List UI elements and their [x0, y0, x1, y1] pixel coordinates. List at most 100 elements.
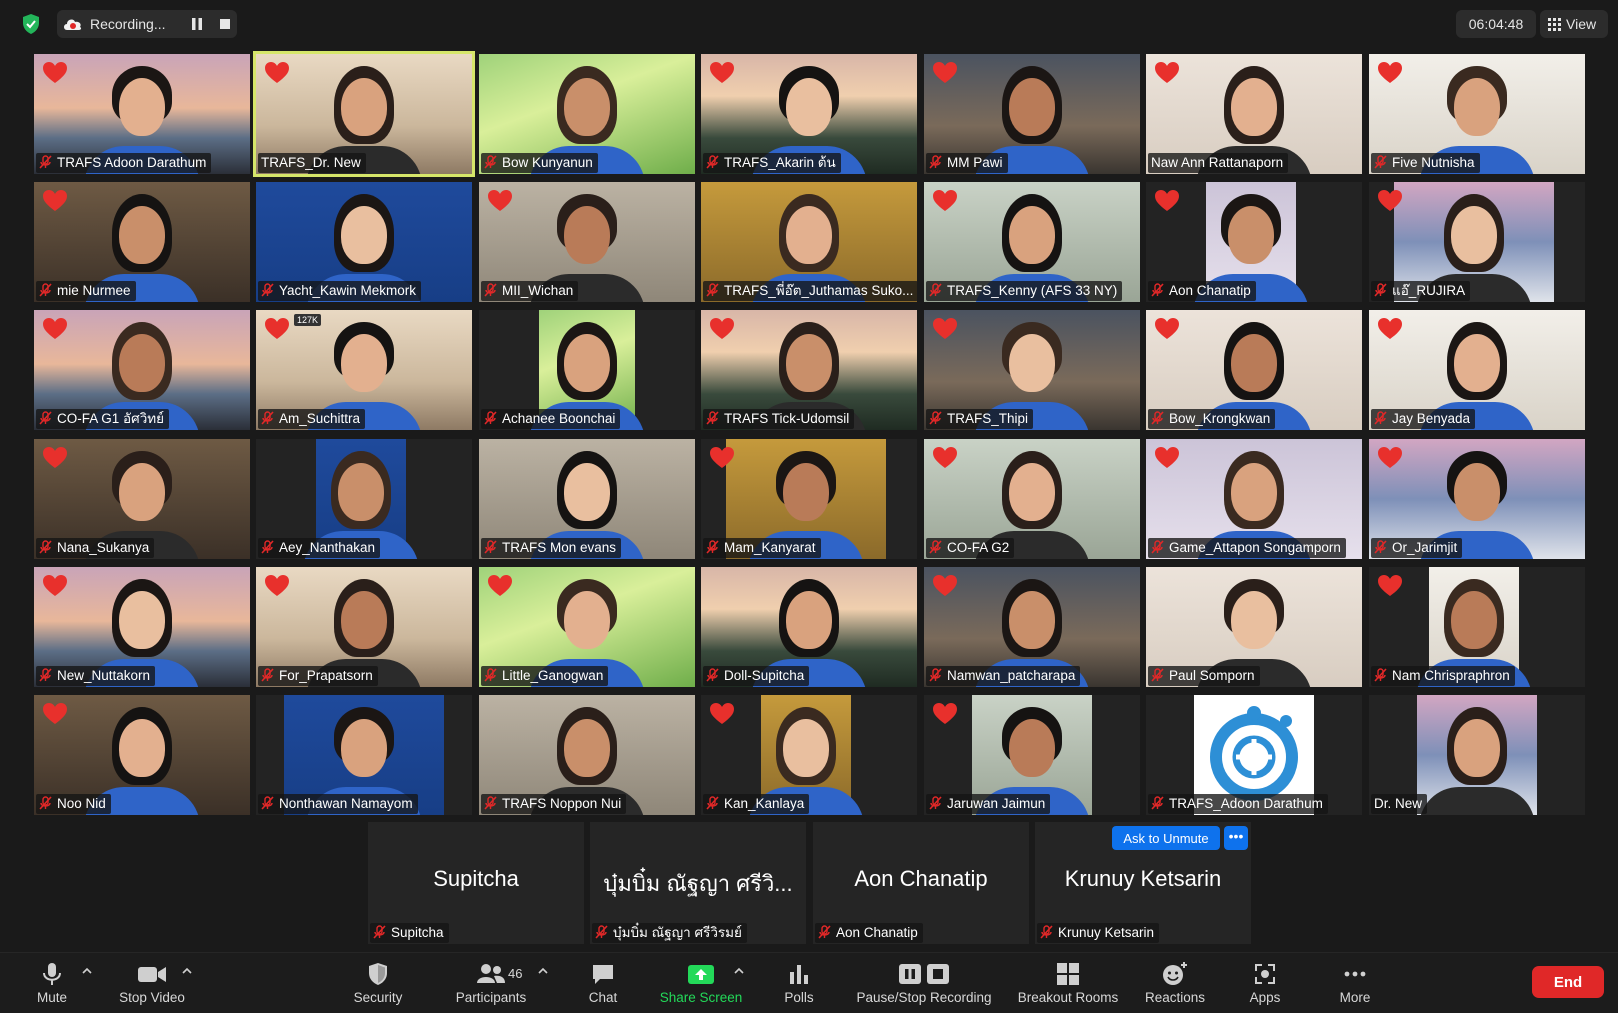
mic-muted-icon	[706, 796, 719, 810]
participant-video-tile[interactable]: CO-FA G2	[924, 439, 1140, 559]
participant-name-label: Or_Jarimjit	[1371, 538, 1463, 558]
participant-video-tile[interactable]: Game_Attapon Songamporn	[1146, 439, 1362, 559]
chevron-up-icon[interactable]	[734, 967, 744, 975]
mic-muted-icon	[929, 283, 942, 297]
polls-button[interactable]: Polls	[774, 953, 824, 1013]
stop-video-button[interactable]: Stop Video	[110, 953, 194, 1013]
participant-video-tile[interactable]: TRAFS Noppon Nui	[479, 695, 695, 815]
participant-video-tile[interactable]: TRAFS_Thipi	[924, 310, 1140, 430]
participant-name: CO-FA G2	[947, 540, 1010, 555]
participant-video-tile[interactable]: TRAFS Adoon Darathum	[34, 54, 250, 174]
view-button[interactable]: View	[1540, 10, 1608, 38]
participant-name-label: Nonthawan Namayom	[258, 794, 418, 814]
mic-muted-icon	[595, 925, 608, 939]
participant-video-tile[interactable]: Nana_Sukanya	[34, 439, 250, 559]
participant-name-tile[interactable]: Supitcha Supitcha	[368, 822, 584, 944]
participant-video-tile[interactable]: For_Prapatsorn	[256, 567, 472, 687]
participant-video-tile[interactable]: MII_Wichan	[479, 182, 695, 302]
participant-video-tile[interactable]: Bow Kunyanun	[479, 54, 695, 174]
participants-button[interactable]: Participants	[448, 953, 534, 1013]
meeting-top-bar: Recording... 06:04:48 View	[0, 0, 1618, 48]
pause-stop-recording-button[interactable]: Pause/Stop Recording	[852, 953, 996, 1013]
participant-name-tile[interactable]: บุ๋มบิ๋ม ณัฐญา ศรีวิ... บุ๋มบิ๋ม ณัฐญา ศ…	[590, 822, 806, 944]
reactions-button[interactable]: Reactions	[1140, 953, 1210, 1013]
participant-video-tile[interactable]: mie Nurmee	[34, 182, 250, 302]
mic-muted-icon	[261, 668, 274, 682]
participant-video-tile[interactable]: TRAFS_Dr. New	[253, 51, 475, 177]
chevron-up-icon[interactable]	[538, 967, 548, 975]
participant-video-tile[interactable]: Namwan_patcharapa	[924, 567, 1140, 687]
chat-label: Chat	[588, 990, 618, 1005]
participant-video-tile[interactable]: MM Pawi	[924, 54, 1140, 174]
shield-icon	[369, 963, 387, 985]
breakout-rooms-button[interactable]: Breakout Rooms	[1014, 953, 1122, 1013]
heart-reaction-icon	[43, 190, 67, 211]
participant-name-label: Nana_Sukanya	[36, 538, 155, 558]
participant-name-label: Bow Kunyanun	[481, 153, 598, 173]
participant-video-tile[interactable]: 127K Am_Suchittra	[256, 310, 472, 430]
participant-video-tile[interactable]: TRAFS_Akarin ต้น	[701, 54, 917, 174]
participant-name-label: TRAFS Mon evans	[481, 538, 622, 558]
participant-video-tile[interactable]: Aey_Nanthakan	[256, 439, 472, 559]
stop-recording-icon[interactable]	[215, 14, 235, 34]
participant-video-tile[interactable]: Jay Benyada	[1369, 310, 1585, 430]
participant-video-tile[interactable]: Nam Chrispraphron	[1369, 567, 1585, 687]
participant-name-tile[interactable]: Aon Chanatip Aon Chanatip	[813, 822, 1029, 944]
participant-video-tile[interactable]: Achanee Boonchai	[479, 310, 695, 430]
share-screen-button[interactable]: Share Screen	[656, 953, 746, 1013]
participant-name: New_Nuttakorn	[57, 668, 151, 683]
participant-video-tile[interactable]: TRAFS_พี่อ๊ต_Juthamas Suko...	[701, 182, 917, 302]
participant-face	[1454, 334, 1500, 392]
participant-video-tile[interactable]: Naw Ann Rattanaporn	[1146, 54, 1362, 174]
more-label: More	[1339, 990, 1371, 1005]
pause-stop-recording-label: Pause/Stop Recording	[856, 990, 992, 1005]
pause-recording-icon[interactable]	[187, 14, 207, 34]
participant-name: Or_Jarimjit	[1392, 540, 1458, 555]
participant-video-tile[interactable]: TRAFS Tick-Udomsil	[701, 310, 917, 430]
chat-button[interactable]: Chat	[578, 953, 628, 1013]
participant-video-tile[interactable]: Five Nutnisha	[1369, 54, 1585, 174]
end-meeting-button[interactable]: End	[1532, 966, 1604, 998]
participant-video-tile[interactable]: Paul Somporn	[1146, 567, 1362, 687]
participant-video-tile[interactable]: Dr. New	[1369, 695, 1585, 815]
participant-face	[341, 206, 387, 264]
mic-muted-icon	[1374, 283, 1387, 297]
heart-reaction-icon	[1378, 62, 1402, 83]
mute-button[interactable]: Mute	[22, 953, 82, 1013]
encryption-shield-icon[interactable]	[20, 13, 42, 35]
participant-video-tile[interactable]: TRAFS Mon evans	[479, 439, 695, 559]
participant-video-tile[interactable]: Or_Jarimjit	[1369, 439, 1585, 559]
chevron-up-icon[interactable]	[82, 967, 92, 975]
participant-video-tile[interactable]: Noo Nid	[34, 695, 250, 815]
security-button[interactable]: Security	[345, 953, 411, 1013]
participant-video-tile[interactable]: CO-FA G1 อัศวิทย์	[34, 310, 250, 430]
participant-name-label: Bow_Krongkwan	[1148, 409, 1276, 429]
mic-muted-icon	[39, 411, 52, 425]
participant-face	[1009, 591, 1055, 649]
participant-name-label: Jaruwan Jaimun	[926, 794, 1051, 814]
view-label: View	[1566, 16, 1597, 32]
participant-video-tile[interactable]: แอ๊_RUJIRA	[1369, 182, 1585, 302]
participant-video-tile[interactable]: New_Nuttakorn	[34, 567, 250, 687]
ask-to-unmute-button[interactable]: Ask to Unmute	[1112, 826, 1220, 850]
participant-name: Little_Ganogwan	[502, 668, 604, 683]
participant-video-tile[interactable]: TRAFS_Kenny (AFS 33 NY)	[924, 182, 1140, 302]
heart-reaction-icon	[933, 318, 957, 339]
participant-video-tile[interactable]: Jaruwan Jaimun	[924, 695, 1140, 815]
participant-video-tile[interactable]: Yacht_Kawin Mekmork	[256, 182, 472, 302]
more-button[interactable]: More	[1330, 953, 1380, 1013]
participant-video-tile[interactable]: Doll-Supitcha	[701, 567, 917, 687]
apps-button[interactable]: Apps	[1240, 953, 1290, 1013]
participant-video-tile[interactable]: Bow_Krongkwan	[1146, 310, 1362, 430]
chevron-up-icon[interactable]	[182, 967, 192, 975]
participant-name-label: Dr. New	[1371, 794, 1428, 814]
microphone-icon	[43, 963, 61, 985]
participant-video-tile[interactable]: Little_Ganogwan	[479, 567, 695, 687]
participant-video-tile[interactable]: Mam_Kanyarat	[701, 439, 917, 559]
participant-name: Kan_Kanlaya	[724, 796, 805, 811]
tile-more-options-button[interactable]: •••	[1224, 826, 1248, 850]
participant-video-tile[interactable]: TRAFS_Adoon Darathum	[1146, 695, 1362, 815]
participant-video-tile[interactable]: Kan_Kanlaya	[701, 695, 917, 815]
participant-video-tile[interactable]: Nonthawan Namayom	[256, 695, 472, 815]
participant-video-tile[interactable]: Aon Chanatip	[1146, 182, 1362, 302]
